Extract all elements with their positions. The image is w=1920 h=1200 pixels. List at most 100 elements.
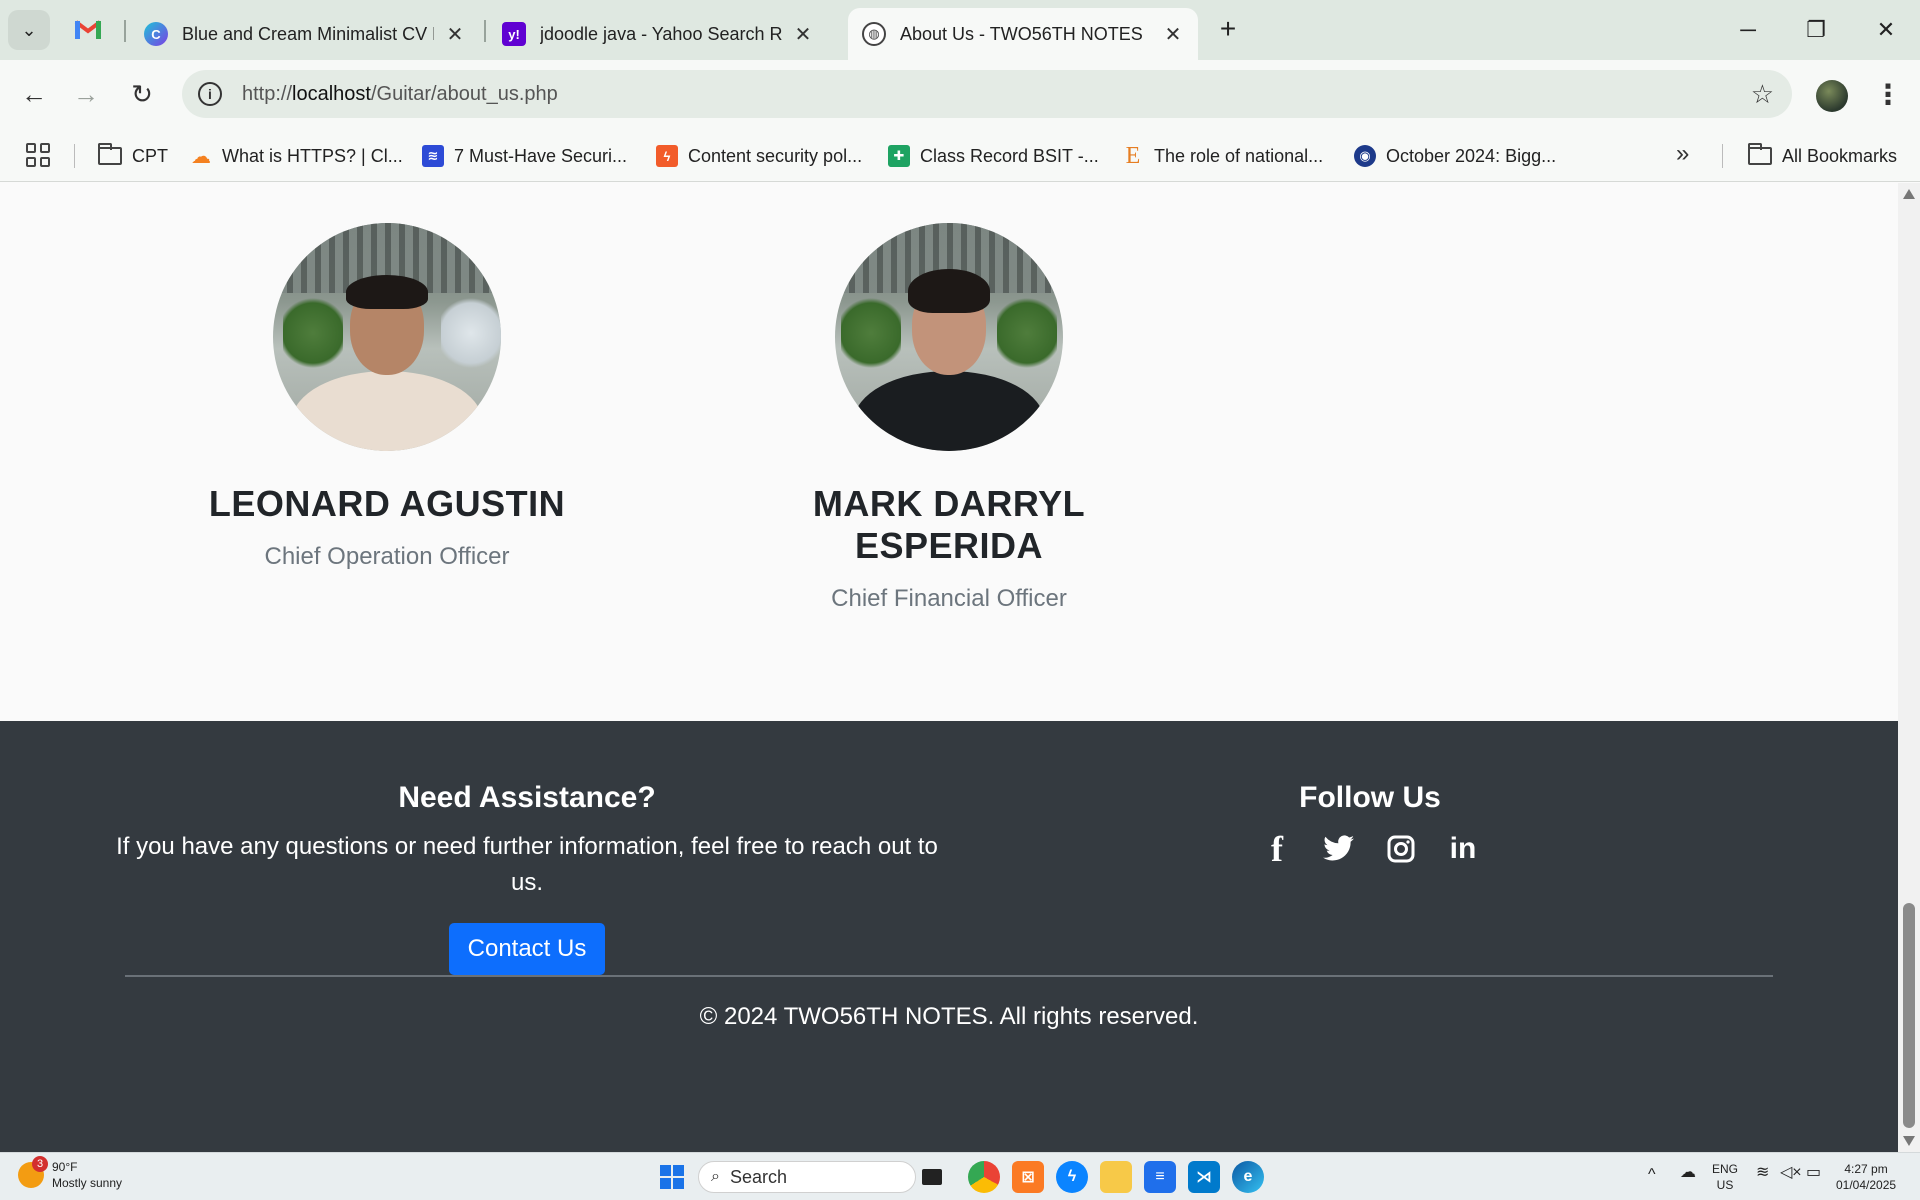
bookmarks-overflow-icon[interactable]: »: [1676, 140, 1689, 168]
language-indicator[interactable]: ENG US: [1712, 1161, 1738, 1193]
cloudflare-icon: ☁: [191, 145, 211, 168]
clock[interactable]: 4:27 pm 01/04/2025: [1836, 1161, 1896, 1193]
tab-title: About Us - TWO56TH NOTES: [900, 23, 1143, 44]
taskbar-search[interactable]: ⌕ Search: [698, 1161, 916, 1193]
volume-icon[interactable]: ◁×: [1780, 1165, 1802, 1181]
bookmark-class-record[interactable]: ✚ Class Record BSIT -...: [888, 142, 1099, 170]
bookmark-label: The role of national...: [1154, 145, 1324, 166]
close-tab-icon[interactable]: ✕: [444, 22, 466, 47]
chevron-down-icon: ⌄: [21, 19, 37, 40]
member-role: Chief Operation Officer: [264, 543, 510, 570]
member-role: Chief Financial Officer: [831, 585, 1067, 612]
folder-icon: [1748, 143, 1772, 165]
restore-button[interactable]: ❐: [1788, 10, 1844, 50]
messenger-taskbar-icon[interactable]: ϟ: [1056, 1161, 1088, 1193]
search-icon: ⌕: [711, 1168, 720, 1185]
gmail-icon: [74, 20, 102, 39]
browser-toolbar: ← → ↻ i http://localhost/Guitar/about_us…: [0, 60, 1920, 128]
bookmark-label: October 2024: Bigg...: [1386, 145, 1557, 166]
tab-about-us[interactable]: ◍ About Us - TWO56TH NOTES ✕: [848, 8, 1198, 60]
new-tab-button[interactable]: +: [1210, 12, 1246, 48]
facebook-icon[interactable]: f: [1259, 829, 1295, 869]
tab-search-button[interactable]: ⌄: [8, 10, 50, 50]
weather-widget[interactable]: 3 90°F Mostly sunny: [18, 1156, 123, 1191]
tab-canva[interactable]: C Blue and Cream Minimalist CV R ✕: [130, 8, 480, 60]
windows-start-icon[interactable]: [656, 1161, 688, 1193]
assistance-text: If you have any questions or need furthe…: [116, 833, 938, 896]
footer-divider: [125, 975, 1773, 977]
member-photo: [835, 223, 1063, 451]
bookmark-security[interactable]: ≋ 7 Must-Have Securi...: [422, 142, 627, 170]
linkedin-icon[interactable]: in: [1445, 831, 1481, 867]
bolt-icon: ϟ: [656, 145, 678, 167]
tab-yahoo[interactable]: y! jdoodle java - Yahoo Search Res ✕: [488, 8, 828, 60]
close-tab-icon[interactable]: ✕: [1162, 22, 1184, 47]
weather-badge: 3: [32, 1156, 48, 1172]
file-explorer-icon[interactable]: [1100, 1161, 1132, 1193]
sun-icon: 3: [18, 1156, 48, 1188]
windows-taskbar: 3 90°F Mostly sunny ⌕ Search ⊠ ϟ ≡ ⋊ e ^ …: [0, 1152, 1920, 1200]
chrome-taskbar-icon[interactable]: [968, 1161, 1000, 1193]
close-tab-icon[interactable]: ✕: [792, 22, 814, 47]
gmail-pinned-tab[interactable]: [74, 18, 102, 42]
edge-taskbar-icon[interactable]: e: [1232, 1161, 1264, 1193]
all-bookmarks[interactable]: All Bookmarks: [1748, 142, 1897, 170]
address-bar[interactable]: i http://localhost/Guitar/about_us.php ☆: [182, 70, 1792, 118]
taskbar-search-label: Search: [729, 1166, 788, 1187]
tab-strip: ⌄ C Blue and Cream Minimalist CV R ✕ y! …: [0, 0, 1920, 60]
task-view-icon[interactable]: [922, 1169, 942, 1185]
contact-us-button[interactable]: Contact Us: [448, 923, 606, 975]
bookmarks-bar: CPT ☁ What is HTTPS? | Cl... ≋ 7 Must-Ha…: [0, 128, 1920, 182]
page-scrollbar[interactable]: [1898, 183, 1920, 1152]
apps-grid-icon[interactable]: [26, 143, 50, 167]
browser-menu-icon[interactable]: ⋮: [1874, 78, 1902, 111]
scrollbar-thumb[interactable]: [1903, 903, 1915, 1128]
onedrive-icon[interactable]: ☁: [1680, 1165, 1696, 1181]
tab-title: Blue and Cream Minimalist CV R: [182, 23, 434, 44]
bookmarks-separator: [1722, 144, 1723, 168]
bookmark-october[interactable]: ◉ October 2024: Bigg...: [1354, 142, 1556, 170]
sheets-icon: ✚: [888, 145, 910, 167]
stack-icon: ≋: [422, 145, 444, 167]
bookmark-national[interactable]: E The role of national...: [1122, 142, 1323, 170]
follow-title: Follow Us: [1299, 781, 1441, 814]
close-window-button[interactable]: ✕: [1858, 10, 1914, 50]
xampp-taskbar-icon[interactable]: ⊠: [1012, 1161, 1044, 1193]
yahoo-icon: y!: [502, 22, 526, 46]
member-name: LEONARD AGUSTIN: [208, 483, 566, 524]
bookmark-https[interactable]: ☁ What is HTTPS? | Cl...: [190, 142, 403, 170]
e-icon: E: [1125, 142, 1141, 169]
member-photo: [273, 223, 501, 451]
battery-icon[interactable]: ▭: [1806, 1165, 1821, 1181]
copyright-text: © 2024 TWO56TH NOTES. All rights reserve…: [699, 1003, 1199, 1030]
url-text[interactable]: http://localhost/Guitar/about_us.php: [242, 83, 558, 106]
notepad-taskbar-icon[interactable]: ≡: [1144, 1161, 1176, 1193]
minimize-button[interactable]: ─: [1720, 10, 1776, 50]
team-member-card: LEONARD AGUSTIN Chief Operation Officer: [157, 223, 617, 571]
bookmark-cpt[interactable]: CPT: [98, 142, 168, 170]
bookmark-csp[interactable]: ϟ Content security pol...: [656, 142, 862, 170]
scroll-up-icon[interactable]: [1903, 189, 1915, 199]
profile-avatar[interactable]: [1816, 80, 1848, 112]
page-viewport: LEONARD AGUSTIN Chief Operation Officer …: [0, 183, 1898, 1152]
reload-button[interactable]: ↻: [122, 74, 162, 114]
instagram-icon[interactable]: [1383, 831, 1419, 867]
canva-icon: C: [144, 22, 168, 46]
scroll-down-icon[interactable]: [1903, 1136, 1915, 1146]
forward-button[interactable]: →: [66, 74, 106, 114]
team-member-card: MARK DARRYL ESPERIDA Chief Financial Off…: [719, 223, 1179, 613]
back-button[interactable]: ←: [14, 74, 54, 114]
twitter-icon[interactable]: [1321, 831, 1357, 867]
wifi-icon[interactable]: ≋: [1756, 1165, 1769, 1181]
bookmark-label: 7 Must-Have Securi...: [454, 145, 628, 166]
bookmark-star-icon[interactable]: ☆: [1751, 79, 1774, 110]
bookmarks-separator: [74, 144, 75, 168]
tab-separator: [484, 20, 486, 42]
vscode-taskbar-icon[interactable]: ⋊: [1188, 1161, 1220, 1193]
site-info-icon[interactable]: i: [198, 82, 222, 106]
all-bookmarks-label: All Bookmarks: [1782, 145, 1898, 166]
weather-desc: Mostly sunny: [52, 1176, 123, 1190]
bookmark-label: What is HTTPS? | Cl...: [222, 145, 403, 166]
chevron-up-icon[interactable]: ^: [1648, 1167, 1656, 1183]
social-links: f in: [1220, 829, 1520, 869]
